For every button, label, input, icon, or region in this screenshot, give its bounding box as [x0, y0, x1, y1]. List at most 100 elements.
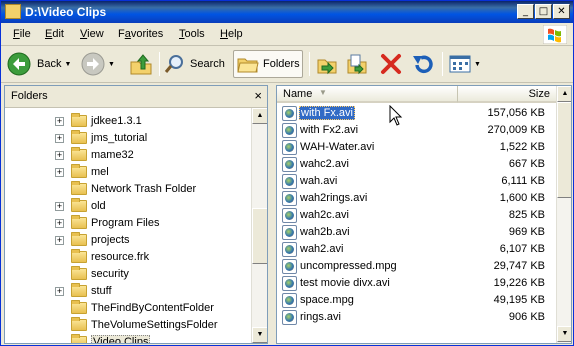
file-size: 6,111 KB	[501, 175, 545, 187]
file-name: wah2c.avi	[300, 209, 349, 221]
tree-item[interactable]: resource.frk	[5, 249, 255, 266]
back-button[interactable]: Back ▼	[7, 50, 71, 78]
tree-item[interactable]: + mame32	[5, 147, 255, 164]
menu-tools[interactable]: Tools	[179, 28, 205, 40]
column-header-size[interactable]: Size	[458, 86, 557, 103]
tree-item[interactable]: + Program Files	[5, 215, 255, 232]
menu-help[interactable]: Help	[220, 28, 243, 40]
file-row[interactable]: wahc2.avi 667 KB	[277, 156, 557, 173]
close-button[interactable]: ✕	[553, 4, 570, 19]
chevron-down-icon[interactable]: ▼	[474, 61, 481, 68]
file-size: 29,747 KB	[493, 260, 545, 272]
chevron-down-icon[interactable]: ▼	[108, 61, 115, 68]
pane-splitter[interactable]	[269, 85, 275, 344]
folder-icon	[71, 232, 87, 246]
tree-item-label: Video Clips	[91, 335, 151, 343]
menu-favorites[interactable]: Favorites	[118, 28, 163, 40]
tree-item-label: old	[91, 200, 106, 212]
file-list-scrollbar[interactable]: ▲ ▼	[556, 86, 571, 343]
delete-button[interactable]	[380, 50, 402, 78]
tree-item[interactable]: + projects	[5, 232, 255, 249]
file-row[interactable]: rings.avi 906 KB	[277, 309, 557, 326]
scroll-thumb[interactable]	[557, 102, 571, 198]
tree-item[interactable]: + jdkee1.3.1	[5, 113, 255, 130]
explorer-window: D:\Video Clips _ □ ✕ File Edit View Favo…	[0, 0, 574, 346]
expand-plus-icon[interactable]: +	[55, 287, 64, 296]
column-header-name[interactable]: Name ▼	[277, 86, 458, 103]
scroll-up-icon[interactable]: ▲	[557, 86, 571, 102]
forward-button[interactable]: ▼	[81, 50, 115, 78]
media-file-icon	[282, 259, 297, 274]
file-name: wah2rings.avi	[300, 192, 368, 204]
expand-plus-icon[interactable]: +	[55, 168, 64, 177]
tree-item[interactable]: + jms_tutorial	[5, 130, 255, 147]
expand-plus-icon[interactable]: +	[55, 219, 64, 228]
tree-item[interactable]: TheFindByContentFolder	[5, 300, 255, 317]
folder-icon	[71, 249, 87, 263]
file-name: rings.avi	[300, 311, 341, 323]
tree-item[interactable]: + old	[5, 198, 255, 215]
file-row[interactable]: space.mpg 49,195 KB	[277, 292, 557, 309]
scroll-down-icon[interactable]: ▼	[252, 327, 267, 343]
file-name: uncompressed.mpg	[300, 260, 397, 272]
menu-file[interactable]: File	[13, 28, 31, 40]
expand-plus-icon[interactable]: +	[55, 202, 64, 211]
folder-icon	[71, 317, 87, 331]
tree-item[interactable]: Video Clips	[5, 334, 255, 343]
folder-icon	[5, 4, 21, 19]
undo-button[interactable]	[411, 50, 433, 78]
file-row[interactable]: uncompressed.mpg 29,747 KB	[277, 258, 557, 275]
file-row[interactable]: wah2rings.avi 1,600 KB	[277, 190, 557, 207]
media-file-icon	[282, 106, 297, 121]
file-row[interactable]: test movie divx.avi 19,226 KB	[277, 275, 557, 292]
media-file-icon	[282, 310, 297, 325]
tree-item[interactable]: Network Trash Folder	[5, 181, 255, 198]
maximize-button[interactable]: □	[535, 4, 552, 19]
chevron-down-icon[interactable]: ▼	[64, 61, 71, 68]
media-file-icon	[282, 208, 297, 223]
tree-item[interactable]: + mel	[5, 164, 255, 181]
scroll-thumb[interactable]	[252, 208, 267, 264]
file-row[interactable]: wah2.avi 6,107 KB	[277, 241, 557, 258]
file-name: wahc2.avi	[300, 158, 349, 170]
file-size: 157,056 KB	[487, 107, 546, 119]
window-title: D:\Video Clips	[25, 5, 107, 19]
toolbar: Back ▼ ▼ Search Folders ▼	[1, 46, 573, 83]
tree-item-label: mel	[91, 166, 109, 178]
move-to-icon	[317, 59, 337, 75]
scroll-up-icon[interactable]: ▲	[252, 108, 267, 124]
expand-plus-icon[interactable]: +	[55, 117, 64, 126]
menu-view[interactable]: View	[80, 28, 104, 40]
up-folder-button[interactable]	[129, 50, 153, 78]
file-row[interactable]: wah2c.avi 825 KB	[277, 207, 557, 224]
tree-item-label: jdkee1.3.1	[91, 115, 142, 127]
toolbar-separator	[159, 52, 160, 76]
move-to-button[interactable]	[316, 50, 338, 78]
tree-item[interactable]: TheVolumeSettingsFolder	[5, 317, 255, 334]
file-name: wah.avi	[300, 175, 338, 187]
expand-plus-icon[interactable]: +	[55, 236, 64, 245]
file-row[interactable]: with Fx2.avi 270,009 KB	[277, 122, 557, 139]
file-row[interactable]: WAH-Water.avi 1,522 KB	[277, 139, 557, 156]
undo-icon	[413, 55, 433, 74]
copy-to-button[interactable]	[346, 50, 368, 78]
folder-icon	[71, 266, 87, 280]
file-row[interactable]: with Fx.avi 157,056 KB	[277, 105, 557, 122]
expand-plus-icon[interactable]: +	[55, 151, 64, 160]
minimize-button[interactable]: _	[517, 4, 534, 19]
tree-item[interactable]: + stuff	[5, 283, 255, 300]
menu-edit[interactable]: Edit	[45, 28, 64, 40]
close-pane-icon[interactable]: ×	[254, 88, 262, 103]
views-button[interactable]: ▼	[449, 50, 481, 78]
file-size: 969 KB	[508, 226, 545, 238]
title-bar[interactable]: D:\Video Clips _ □ ✕	[1, 1, 573, 23]
file-row[interactable]: wah2b.avi 969 KB	[277, 224, 557, 241]
expand-plus-icon[interactable]: +	[55, 134, 64, 143]
search-button[interactable]: Search	[164, 50, 225, 78]
tree-item-label: TheVolumeSettingsFolder	[91, 319, 218, 331]
scroll-down-icon[interactable]: ▼	[557, 326, 571, 342]
tree-item[interactable]: security	[5, 266, 255, 283]
folders-button[interactable]: Folders	[233, 50, 303, 78]
folders-scrollbar[interactable]: ▲ ▼	[251, 108, 267, 343]
file-row[interactable]: wah.avi 6,111 KB	[277, 173, 557, 190]
